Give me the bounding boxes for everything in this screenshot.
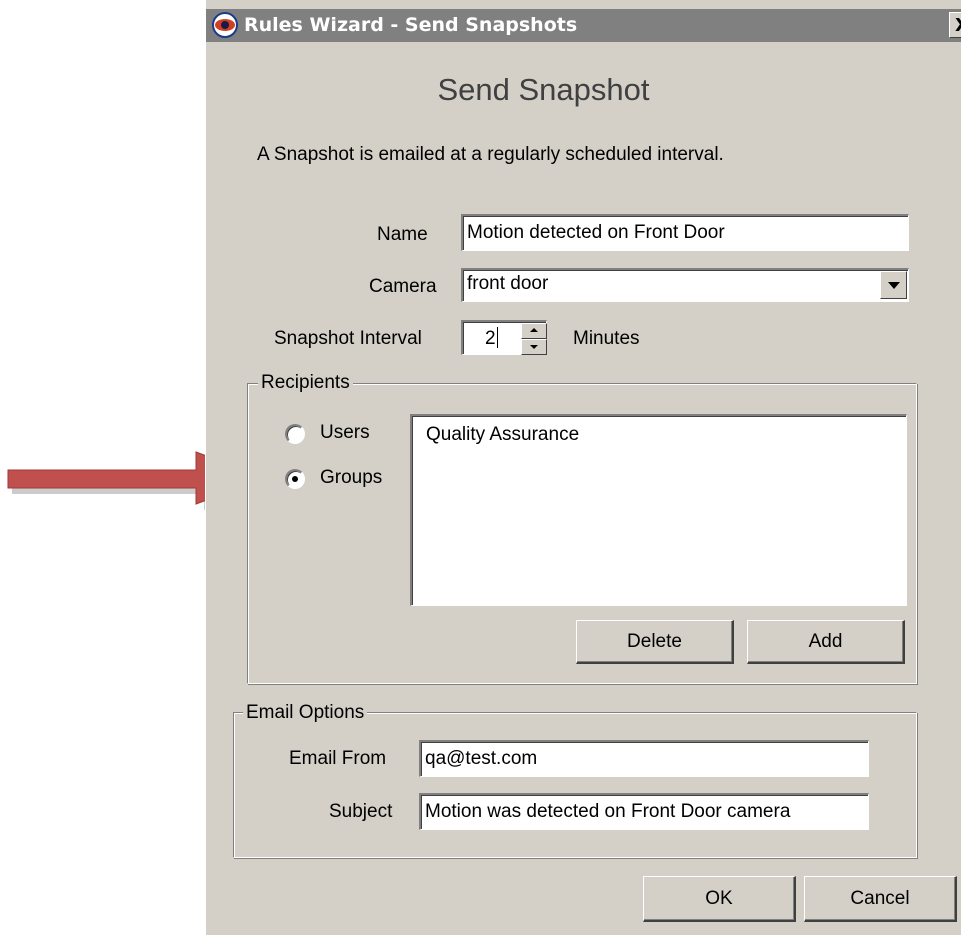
interval-label: Snapshot Interval <box>274 328 422 349</box>
cancel-button[interactable]: Cancel <box>804 876 957 922</box>
screenshot-canvas: Rules Wizard - Send Snapshots X Send Sna… <box>0 0 961 935</box>
spin-down-icon[interactable] <box>521 339 547 355</box>
groups-radio[interactable] <box>285 469 305 489</box>
rules-wizard-dialog: Rules Wizard - Send Snapshots X Send Sna… <box>205 0 961 935</box>
email-options-group-label: Email Options <box>243 702 368 724</box>
name-label: Name <box>377 224 428 245</box>
list-item[interactable]: Quality Assurance <box>426 424 579 446</box>
email-options-group <box>233 712 917 858</box>
users-radio-label[interactable]: Users <box>320 422 370 444</box>
subject-field[interactable] <box>419 793 869 830</box>
camera-select-value: front door <box>467 273 549 294</box>
interval-unit-label: Minutes <box>573 328 640 349</box>
interval-value: 2 <box>485 328 496 349</box>
delete-button[interactable]: Delete <box>576 620 734 664</box>
chevron-down-icon[interactable] <box>880 271 907 299</box>
recipients-list[interactable]: Quality Assurance <box>410 414 907 606</box>
eye-icon <box>212 12 238 38</box>
add-button[interactable]: Add <box>747 620 905 664</box>
email-from-field[interactable] <box>419 740 869 777</box>
camera-label: Camera <box>369 276 437 297</box>
email-from-label: Email From <box>289 748 387 769</box>
page-title: Send Snapshot <box>437 72 650 107</box>
interval-stepper[interactable]: 2 <box>461 320 547 355</box>
users-radio[interactable] <box>285 424 305 444</box>
close-button[interactable]: X <box>949 12 961 38</box>
recipients-group-label: Recipients <box>258 372 353 394</box>
camera-select[interactable]: front door <box>461 268 909 302</box>
page-description: A Snapshot is emailed at a regularly sch… <box>257 144 724 165</box>
spin-up-icon[interactable] <box>521 323 547 339</box>
name-field[interactable] <box>461 214 909 251</box>
groups-radio-label[interactable]: Groups <box>320 467 382 489</box>
title-bar: Rules Wizard - Send Snapshots X <box>206 9 961 42</box>
ok-button[interactable]: OK <box>643 876 796 922</box>
text-caret <box>497 327 498 348</box>
window-title: Rules Wizard - Send Snapshots <box>244 14 578 36</box>
subject-label: Subject <box>329 801 393 822</box>
